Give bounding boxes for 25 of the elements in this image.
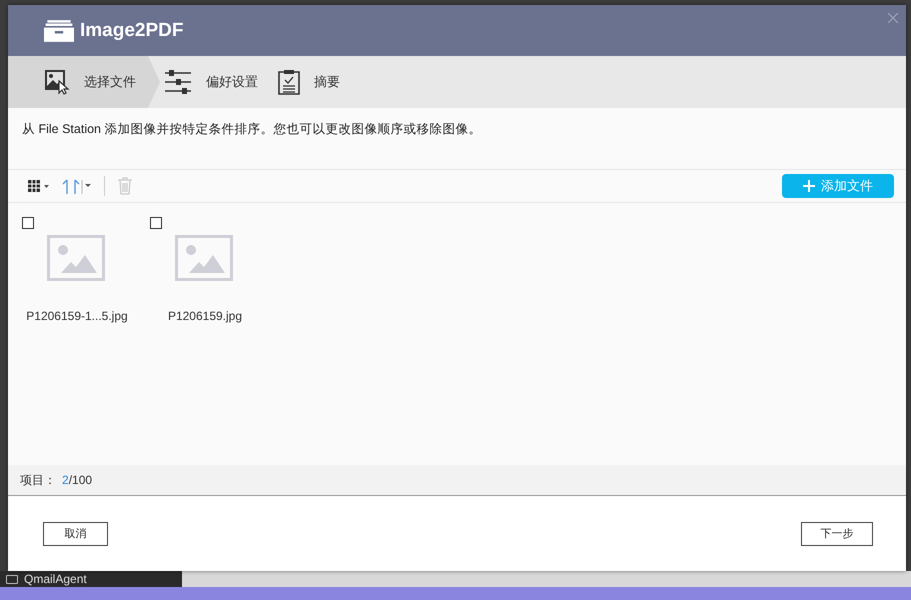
wizard-step[interactable]: 摘要 [274, 56, 356, 108]
image-placeholder-icon[interactable] [47, 235, 105, 281]
file-name[interactable]: P1206159-1...5.jpg [26, 309, 128, 323]
file-name[interactable]: P1206159.jpg [168, 309, 242, 323]
clipboard-icon [278, 69, 300, 95]
wizard-step[interactable]: 选择文件 [8, 56, 160, 108]
close-icon[interactable] [888, 13, 898, 23]
window-title: Image2PDF [80, 20, 184, 42]
grid-view-icon[interactable] [28, 180, 50, 192]
sort-icon[interactable] [62, 178, 92, 194]
folder-icon [6, 574, 18, 584]
checkbox[interactable] [22, 217, 34, 229]
description-text: 从 File Station 添加图像并按特定条件排序。您也可以更改图像顺序或移除图像。 [8, 108, 906, 170]
folder-label[interactable]: QmailAgent [24, 572, 87, 586]
sliders-icon [164, 70, 192, 94]
dialog-button[interactable]: 下一步 [801, 522, 873, 546]
items-count: 2/100 [62, 473, 92, 487]
wizard-step[interactable]: 偏好设置 [160, 56, 274, 108]
image-placeholder-icon[interactable] [175, 235, 233, 281]
checkbox[interactable] [150, 217, 162, 229]
items-label: 项目： [20, 472, 56, 488]
picture-cursor-icon [44, 69, 70, 95]
plus-icon [803, 180, 815, 192]
drawer-icon [44, 20, 74, 42]
dialog-button[interactable]: 取消 [43, 522, 108, 546]
